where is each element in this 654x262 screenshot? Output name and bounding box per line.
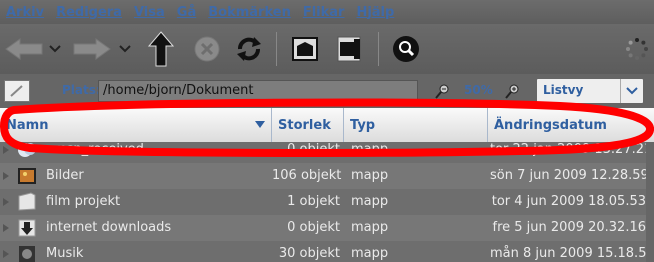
location-label: Plats: xyxy=(62,83,101,97)
home-button[interactable] xyxy=(288,32,322,66)
column-header-type[interactable]: Typ xyxy=(344,108,488,142)
zoom-out-icon xyxy=(435,84,449,99)
chevron-down-icon xyxy=(49,45,61,53)
back-button[interactable] xyxy=(4,36,44,62)
file-date: sön 7 jun 2009 12.28.59 xyxy=(490,168,649,183)
expand-arrow-icon[interactable] xyxy=(2,171,10,181)
zoom-in-icon xyxy=(505,84,519,99)
zoom-out-button[interactable] xyxy=(434,82,452,100)
back-history-dropdown[interactable] xyxy=(48,42,62,56)
expand-arrow-icon[interactable] xyxy=(2,197,10,207)
zoom-in-button[interactable] xyxy=(504,82,522,100)
vertical-scrollbar[interactable] xyxy=(646,142,654,262)
computer-button[interactable] xyxy=(332,32,366,66)
column-header-size[interactable]: Storlek xyxy=(272,108,344,142)
menu-ga[interactable]: Gå xyxy=(171,5,202,20)
menu-bokmarken[interactable]: Bokmärken xyxy=(202,5,297,20)
expand-arrow-icon[interactable] xyxy=(2,223,10,233)
column-header-name[interactable]: Namn xyxy=(0,108,272,142)
file-size: 0 objekt xyxy=(287,142,340,157)
file-type: mapp xyxy=(351,246,389,261)
menu-arkiv[interactable]: Arkiv xyxy=(0,5,50,20)
sort-descending-icon xyxy=(255,121,265,128)
search-icon xyxy=(393,36,419,62)
file-size: 0 objekt xyxy=(287,220,340,235)
forward-button[interactable] xyxy=(72,36,112,62)
up-arrow-icon xyxy=(148,31,174,67)
menu-redigera[interactable]: Redigera xyxy=(50,5,128,20)
zoom-level[interactable]: 50% xyxy=(464,83,493,97)
menu-hjalp[interactable]: Hjälp xyxy=(350,5,400,20)
pencil-icon xyxy=(10,85,23,97)
back-icon xyxy=(5,38,43,60)
file-type: mapp xyxy=(351,220,389,235)
file-name: amsn_received xyxy=(46,142,144,157)
column-header-row: Namn Storlek Typ Ändringsdatum xyxy=(0,108,654,142)
music-folder-icon xyxy=(19,246,35,262)
toggle-location-button[interactable] xyxy=(4,80,30,102)
column-size-label: Storlek xyxy=(278,117,331,133)
expand-arrow-icon[interactable] xyxy=(2,249,10,259)
stop-icon xyxy=(194,36,220,62)
location-bar: Plats: /home/bjorn/Dokument 50% Listvy xyxy=(0,74,654,108)
file-date: fre 5 jun 2009 20.32.16 xyxy=(492,220,647,235)
file-type: mapp xyxy=(351,142,389,157)
column-date-label: Ändringsdatum xyxy=(494,117,607,133)
file-row[interactable]: internet downloads 0 objekt mapp fre 5 j… xyxy=(0,215,654,241)
menu-flikar[interactable]: Flikar xyxy=(297,5,351,20)
file-size: 1 objekt xyxy=(287,194,340,209)
file-date: tor 4 jun 2009 18.05.53 xyxy=(491,194,646,209)
chevron-down-icon xyxy=(119,45,131,53)
network-folder-icon xyxy=(18,143,36,157)
file-name: internet downloads xyxy=(46,220,172,235)
forward-icon xyxy=(73,38,111,60)
path-input[interactable]: /home/bjorn/Dokument xyxy=(98,80,418,102)
column-name-label: Namn xyxy=(6,117,49,133)
stop-button[interactable] xyxy=(190,34,224,64)
menu-bar: Arkiv Redigera Visa Gå Bokmärken Flikar … xyxy=(0,0,654,24)
search-button[interactable] xyxy=(390,34,422,64)
column-type-label: Typ xyxy=(350,117,376,133)
expand-arrow-icon[interactable] xyxy=(2,145,10,155)
toolbar-separator xyxy=(276,32,277,66)
file-row[interactable]: film projekt 1 objekt mapp tor 4 jun 200… xyxy=(0,189,654,215)
toolbar-separator xyxy=(378,32,379,66)
file-row[interactable]: Musik 30 objekt mapp mån 8 jun 2009 15.1… xyxy=(0,241,654,262)
file-row[interactable]: amsn_received 0 objekt mapp tor 22 jan 2… xyxy=(0,142,654,163)
file-list: amsn_received 0 objekt mapp tor 22 jan 2… xyxy=(0,142,654,262)
file-size: 106 objekt xyxy=(272,168,342,183)
reload-button[interactable] xyxy=(232,34,266,64)
toolbar xyxy=(0,24,654,74)
file-date: tor 22 jan 2009 13.27.21 xyxy=(490,142,653,157)
file-size: 30 objekt xyxy=(278,246,340,261)
file-date: mån 8 jun 2009 15.18.54 xyxy=(490,246,654,261)
pictures-folder-icon xyxy=(18,168,36,184)
downloads-folder-icon xyxy=(18,219,36,237)
activity-throbber xyxy=(624,36,650,62)
column-header-date[interactable]: Ändringsdatum xyxy=(488,108,654,142)
folder-icon xyxy=(18,192,36,211)
file-type: mapp xyxy=(351,194,389,209)
up-button[interactable] xyxy=(146,30,176,68)
reload-icon xyxy=(237,37,261,61)
chevron-down-icon xyxy=(626,87,638,95)
computer-icon xyxy=(337,36,361,62)
file-name: film projekt xyxy=(46,194,121,209)
file-name: Musik xyxy=(46,246,84,261)
file-row[interactable]: Bilder 106 objekt mapp sön 7 jun 2009 12… xyxy=(0,163,654,189)
file-name: Bilder xyxy=(46,168,84,183)
home-folder-icon xyxy=(292,37,318,61)
view-mode-dropdown-button[interactable] xyxy=(620,79,643,103)
file-type: mapp xyxy=(351,168,389,183)
throbber-icon xyxy=(626,38,648,60)
view-mode-select[interactable]: Listvy xyxy=(536,78,644,104)
forward-history-dropdown[interactable] xyxy=(118,42,132,56)
menu-visa[interactable]: Visa xyxy=(128,5,171,20)
view-mode-value: Listvy xyxy=(543,83,584,97)
